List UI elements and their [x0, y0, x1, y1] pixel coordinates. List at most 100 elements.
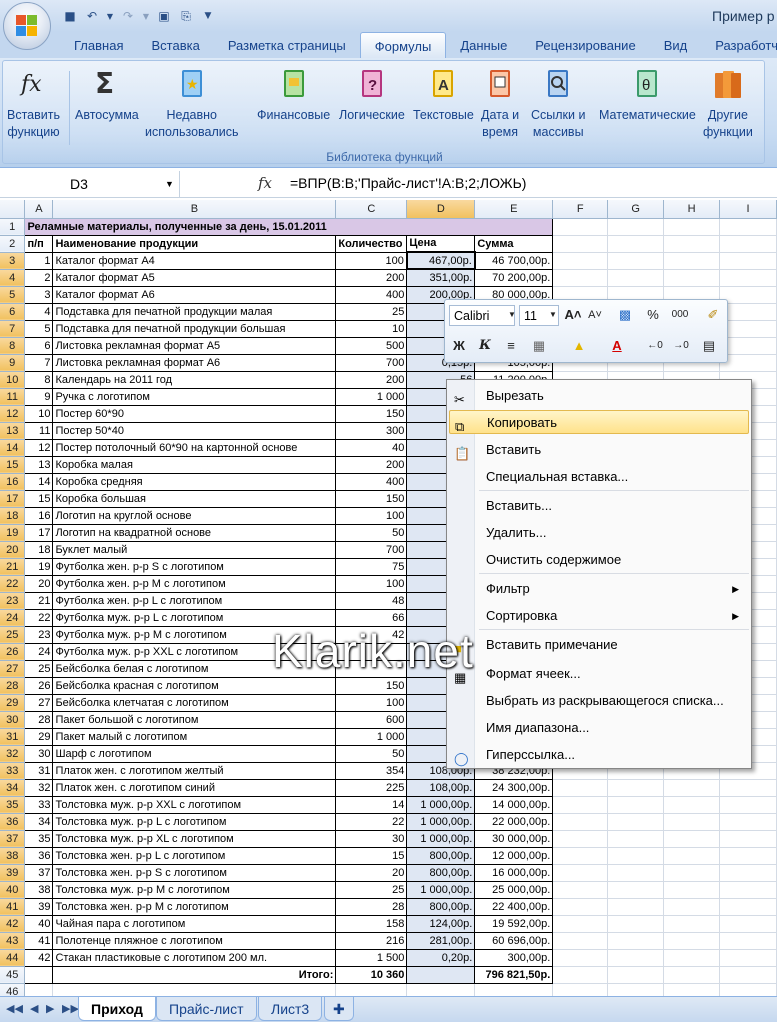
- row-header[interactable]: 31: [0, 728, 26, 746]
- price[interactable]: 800,00р.: [406, 897, 476, 916]
- row-number[interactable]: 8: [24, 370, 54, 389]
- row-number[interactable]: 12: [24, 438, 54, 457]
- cell[interactable]: [719, 286, 777, 304]
- cell[interactable]: [24, 983, 54, 996]
- cell[interactable]: [663, 218, 721, 236]
- total-sum[interactable]: 796 821,50р.: [474, 965, 554, 984]
- product-name[interactable]: Логотип на квадратной основе: [52, 523, 337, 542]
- cell[interactable]: [663, 813, 721, 831]
- row-number[interactable]: 16: [24, 506, 54, 525]
- decrease-decimal-icon[interactable]: →0: [671, 336, 691, 356]
- redo-dropdown-icon[interactable]: ▼: [142, 8, 150, 24]
- recently-used-button[interactable]: ★ Недавно использовались: [145, 67, 239, 141]
- row-header[interactable]: 8: [0, 337, 26, 355]
- office-button[interactable]: [3, 2, 51, 50]
- quantity[interactable]: 225: [335, 778, 408, 797]
- cell[interactable]: [607, 864, 665, 882]
- menu-paste[interactable]: 📋 Вставить: [449, 438, 749, 462]
- row-header[interactable]: 34: [0, 779, 26, 797]
- cell[interactable]: [552, 779, 609, 797]
- quantity[interactable]: 48: [335, 591, 408, 610]
- cell[interactable]: [607, 949, 665, 967]
- row-header[interactable]: 4: [0, 269, 26, 287]
- column-title[interactable]: Количество: [335, 234, 408, 253]
- cell[interactable]: [52, 983, 337, 996]
- cell[interactable]: [719, 218, 777, 236]
- cell[interactable]: [719, 966, 777, 984]
- row-number[interactable]: 42: [24, 948, 54, 967]
- row-header[interactable]: 27: [0, 660, 26, 678]
- row-header[interactable]: 3: [0, 252, 26, 270]
- row-number[interactable]: 5: [24, 319, 54, 338]
- product-name[interactable]: Постер 60*90: [52, 404, 337, 423]
- quantity[interactable]: 700: [335, 540, 408, 559]
- cell[interactable]: [552, 847, 609, 865]
- price[interactable]: 124,00р.: [406, 914, 476, 933]
- row-number[interactable]: 2: [24, 268, 54, 287]
- cell[interactable]: [552, 235, 609, 253]
- product-name[interactable]: Бейсболка клетчатая с логотипом: [52, 693, 337, 712]
- row-number[interactable]: 38: [24, 880, 54, 899]
- row-header[interactable]: 22: [0, 575, 26, 593]
- cell[interactable]: [663, 830, 721, 848]
- row-number[interactable]: 34: [24, 812, 54, 831]
- row-header[interactable]: 25: [0, 626, 26, 644]
- quantity[interactable]: 14: [335, 795, 408, 814]
- row-header[interactable]: 6: [0, 303, 26, 321]
- quantity[interactable]: 158: [335, 914, 408, 933]
- row-header[interactable]: 11: [0, 388, 26, 406]
- more-functions-button[interactable]: Другие функции: [703, 67, 753, 141]
- quantity[interactable]: 25: [335, 880, 408, 899]
- product-name[interactable]: Подставка для печатной продукции большая: [52, 319, 337, 338]
- product-name[interactable]: Футболка жен. р-р L с логотипом: [52, 591, 337, 610]
- row-header[interactable]: 33: [0, 762, 26, 780]
- row-header[interactable]: 39: [0, 864, 26, 882]
- column-header-g[interactable]: G: [607, 200, 665, 219]
- row-number[interactable]: 30: [24, 744, 54, 763]
- cell[interactable]: [607, 983, 665, 996]
- customize-qat-icon[interactable]: ▼: [200, 8, 216, 24]
- column-title[interactable]: Сумма: [474, 234, 554, 253]
- cell[interactable]: [663, 915, 721, 933]
- tab-data[interactable]: Данные: [446, 32, 521, 58]
- row-number[interactable]: 25: [24, 659, 54, 678]
- row-header[interactable]: 14: [0, 439, 26, 457]
- cell[interactable]: [552, 915, 609, 933]
- last-sheet-icon[interactable]: ▶▶: [62, 1002, 79, 1015]
- quantity[interactable]: 354: [335, 761, 408, 780]
- undo-icon[interactable]: ↶: [84, 8, 100, 24]
- first-sheet-icon[interactable]: ◀◀: [6, 1002, 23, 1015]
- column-header-d[interactable]: D: [406, 200, 476, 219]
- lookup-reference-button[interactable]: Ссылки и массивы: [531, 67, 585, 141]
- row-header[interactable]: 13: [0, 422, 26, 440]
- row-header[interactable]: 5: [0, 286, 26, 304]
- cell[interactable]: [335, 983, 408, 996]
- quantity[interactable]: 150: [335, 404, 408, 423]
- row-number[interactable]: 29: [24, 727, 54, 746]
- cell[interactable]: [607, 932, 665, 950]
- date-time-button[interactable]: Дата и время: [481, 67, 519, 141]
- tab-review[interactable]: Рецензирование: [521, 32, 649, 58]
- cell[interactable]: [552, 796, 609, 814]
- next-sheet-icon[interactable]: ▶: [46, 1002, 54, 1015]
- menu-insert[interactable]: Вставить...: [449, 494, 749, 518]
- cell[interactable]: [552, 864, 609, 882]
- cell[interactable]: [719, 252, 777, 270]
- cell[interactable]: [552, 218, 609, 236]
- product-name[interactable]: Подставка для печатной продукции малая: [52, 302, 337, 321]
- quantity[interactable]: 20: [335, 863, 408, 882]
- quantity[interactable]: 50: [335, 523, 408, 542]
- cell[interactable]: [719, 898, 777, 916]
- sheet-title[interactable]: Реламные материалы, полученные за день, …: [24, 217, 554, 236]
- cell[interactable]: [24, 965, 54, 984]
- product-name[interactable]: Пакет малый с логотипом: [52, 727, 337, 746]
- menu-filter[interactable]: Фильтр ▶: [449, 577, 749, 601]
- sum[interactable]: 46 700,00р.: [474, 251, 554, 270]
- cell[interactable]: [663, 796, 721, 814]
- quantity[interactable]: 200: [335, 268, 408, 287]
- row-header[interactable]: 44: [0, 949, 26, 967]
- cell[interactable]: [719, 354, 777, 372]
- column-header-b[interactable]: B: [52, 200, 337, 219]
- tab-home[interactable]: Главная: [60, 32, 137, 58]
- print-icon[interactable]: ⎘: [178, 8, 194, 24]
